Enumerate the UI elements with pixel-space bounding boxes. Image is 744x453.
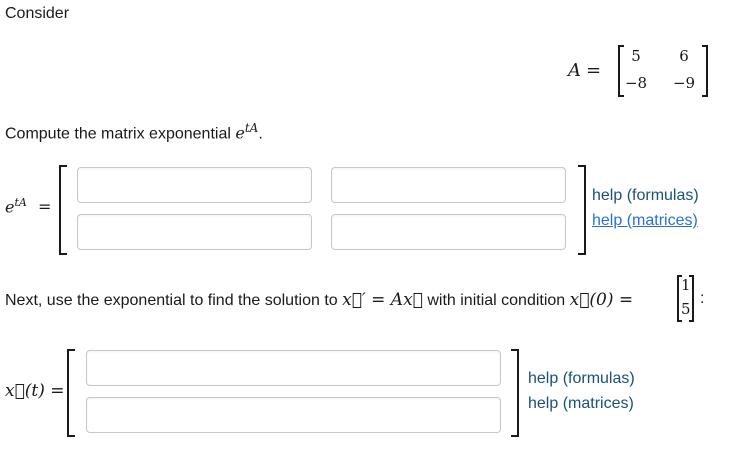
- solution-label: x⃗(t) =: [5, 381, 65, 401]
- compute-prompt-text: Compute the matrix exponential: [5, 125, 236, 143]
- exp-label-sup: tA: [14, 196, 27, 209]
- matrix-a-equals: =: [586, 60, 602, 81]
- exp-help-matrices-link[interactable]: help (matrices): [592, 212, 698, 230]
- matrix-a-cell: −9: [672, 74, 696, 92]
- matrix-a-cell: 6: [679, 47, 689, 65]
- compute-expr-base: e: [235, 123, 245, 143]
- exp-label: etA =: [5, 196, 51, 216]
- matrix-a-cell: −8: [624, 74, 648, 92]
- exp-left-bracket: [59, 165, 67, 255]
- solution-input-1[interactable]: [86, 350, 501, 386]
- solution-input-2[interactable]: [86, 397, 501, 433]
- matrix-a-name: A: [568, 60, 581, 81]
- solution-help-formulas-link[interactable]: help (formulas): [528, 370, 635, 388]
- exp-label-equals: =: [37, 197, 52, 217]
- intro-text: Consider: [5, 5, 70, 22]
- exp-input-r2c2[interactable]: [331, 214, 566, 250]
- compute-expr-sup: tA: [244, 121, 259, 135]
- matrix-a-right-bracket: [702, 45, 708, 97]
- solution-left-bracket: [67, 349, 75, 437]
- exp-right-bracket: [578, 165, 586, 255]
- ic-value: 5: [681, 300, 691, 318]
- exp-input-r2c1[interactable]: [77, 214, 312, 250]
- next-prompt-ic: x⃗(0) =: [569, 290, 634, 310]
- next-prompt-text1: Next, use the exponential to find the so…: [5, 292, 343, 309]
- solution-right-bracket: [511, 349, 519, 437]
- compute-prompt: Compute the matrix exponential etA.: [5, 121, 263, 143]
- next-prompt: Next, use the exponential to find the so…: [5, 290, 633, 310]
- ic-value: 1: [681, 276, 691, 294]
- next-prompt-text2: with initial condition: [422, 292, 570, 309]
- compute-period: .: [258, 125, 263, 143]
- ic-colon: :: [700, 290, 705, 307]
- next-prompt-equation: x⃗′ = Ax⃗: [342, 290, 423, 310]
- solution-help-matrices-link[interactable]: help (matrices): [528, 395, 634, 413]
- exp-input-r1c2[interactable]: [331, 167, 566, 203]
- matrix-a-cell: 5: [631, 47, 641, 65]
- exp-input-r1c1[interactable]: [77, 167, 312, 203]
- exp-help-formulas-link[interactable]: help (formulas): [592, 187, 699, 205]
